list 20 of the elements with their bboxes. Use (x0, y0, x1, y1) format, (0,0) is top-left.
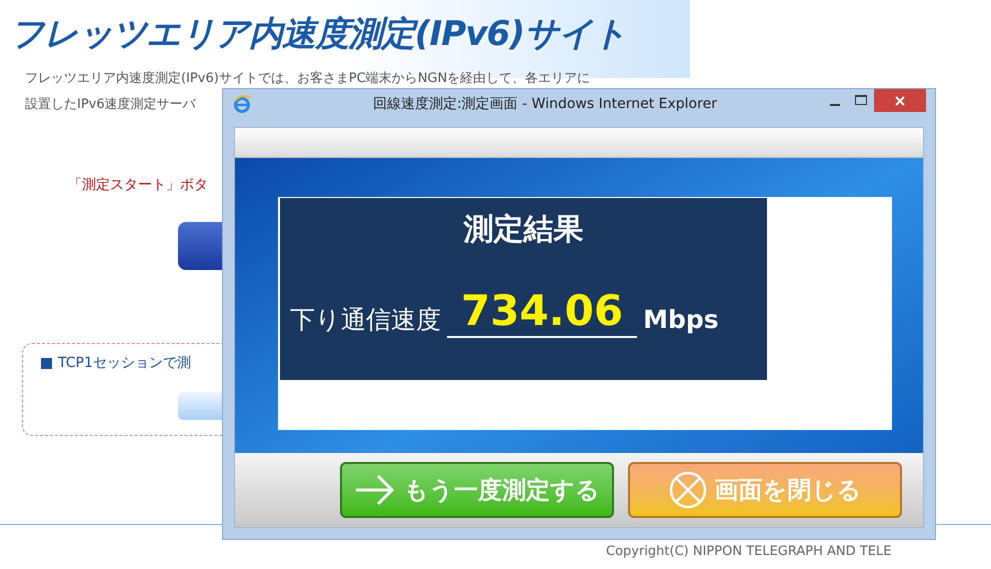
copyright-text: Copyright(C) NIPPON TELEGRAPH AND TELE (606, 543, 892, 561)
square-bullet-icon (41, 358, 52, 369)
speed-unit: Mbps (643, 304, 719, 336)
speed-value: 734.06 (447, 286, 638, 338)
close-screen-button[interactable]: 画面を閉じる (628, 462, 902, 518)
page-title: フレッツエリア内速度測定(IPv6)サイト (10, 13, 627, 56)
arrow-right-icon (354, 473, 396, 507)
close-button[interactable] (874, 89, 926, 112)
start-button[interactable] (178, 222, 222, 270)
window-title: 回線速度測定:測定画面 - Windows Internet Explorer (373, 94, 717, 114)
tcp-section-label: TCP1セッションで測 (58, 354, 191, 373)
intro-text: 設置したIPv6速度測定サーバ (25, 96, 196, 114)
intro-text: フレッツエリア内速度測定(IPv6)サイトでは、お客さまPC端末からNGNを経由して、各エリアに (25, 70, 590, 88)
measure-again-button[interactable]: もう一度測定する (340, 462, 614, 518)
result-heading: 測定結果 (464, 211, 584, 249)
speed-label: 下り通信速度 (290, 304, 441, 336)
circled-x-icon (668, 471, 706, 509)
browser-e-icon (233, 95, 251, 113)
close-icon (895, 96, 905, 106)
instruction-text: 「測定スタート」ボタ (68, 176, 208, 195)
